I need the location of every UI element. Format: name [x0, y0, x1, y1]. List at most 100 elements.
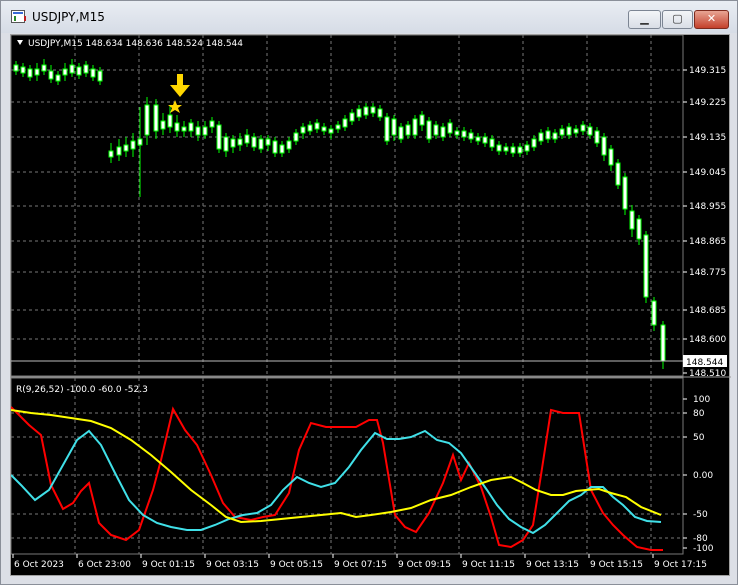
candle-body — [489, 138, 495, 148]
candle-body — [69, 64, 75, 74]
candle-body — [517, 146, 523, 154]
candle-body — [237, 138, 243, 146]
candle-body — [307, 124, 313, 132]
candle-body — [629, 210, 635, 230]
candle-body — [440, 126, 446, 138]
candle-body — [167, 114, 173, 128]
current-price-label: 148.544 — [686, 358, 723, 368]
candle-body — [144, 104, 150, 136]
candle-body — [202, 126, 208, 136]
time-tick-label: 9 Oct 05:15 — [270, 560, 323, 570]
candle-body — [174, 122, 180, 132]
candle-body — [587, 126, 593, 136]
candle-body — [321, 126, 327, 132]
indicator-tick-label: 80 — [693, 409, 705, 419]
candle-body — [524, 144, 530, 152]
candle-body — [503, 146, 509, 152]
candle-body — [137, 138, 143, 146]
candle-body — [510, 146, 516, 154]
candle-body — [468, 132, 474, 140]
candle-body — [55, 74, 61, 82]
indicator-tick-label: 100 — [693, 395, 710, 405]
price-tick-label: 149.135 — [689, 133, 726, 143]
price-tick-label: 149.225 — [689, 98, 726, 108]
candle-body — [391, 118, 397, 136]
candle-body — [545, 130, 551, 140]
time-tick-label: 9 Oct 11:15 — [462, 560, 515, 570]
time-tick-label: 9 Oct 17:15 — [654, 560, 707, 570]
candle-body — [188, 122, 194, 132]
candle-body — [461, 130, 467, 138]
time-tick-label: 9 Oct 13:15 — [526, 560, 579, 570]
window-title: USDJPY,M15 — [32, 10, 105, 24]
candle-body — [328, 128, 334, 134]
candle-body — [651, 300, 657, 326]
candle-body — [41, 64, 47, 72]
price-tick-label: 148.685 — [689, 306, 726, 316]
candles — [13, 59, 666, 369]
candle-body — [34, 68, 40, 76]
candle-body — [244, 134, 250, 144]
price-tick-label: 149.315 — [689, 66, 726, 76]
chart-area[interactable]: USDJPY,M15 148.634 148.636 148.524 148.5… — [10, 34, 731, 577]
candle-body — [20, 66, 26, 74]
time-tick-label: 9 Oct 01:15 — [142, 560, 195, 570]
candle-body — [76, 66, 82, 76]
close-button[interactable]: ✕ — [694, 10, 729, 29]
candle-body — [251, 136, 257, 148]
maximize-icon: ▢ — [672, 12, 683, 25]
candle-body — [531, 138, 537, 148]
candle-body — [116, 146, 122, 156]
candle-body — [27, 68, 33, 78]
candle-body — [454, 130, 460, 136]
candle-body — [293, 132, 299, 142]
close-icon: ✕ — [706, 12, 717, 25]
indicator-tick-label: 0.00 — [693, 471, 713, 481]
candle-body — [349, 112, 355, 122]
maximize-button[interactable]: ▢ — [662, 10, 693, 29]
red-oscillator-line — [11, 406, 663, 551]
candle-body — [181, 126, 187, 132]
candle-body — [160, 120, 166, 130]
time-tick-label: 6 Oct 23:00 — [78, 560, 131, 570]
candle-body — [412, 118, 418, 136]
title-bar[interactable]: USDJPY,M15 ▁ ▢ ✕ — [1, 1, 737, 33]
time-tick-label: 9 Oct 15:15 — [590, 560, 643, 570]
candle-body — [601, 136, 607, 156]
arrow-down-icon — [170, 74, 190, 97]
chart-window: USDJPY,M15 ▁ ▢ ✕ USDJPY,M15 148.634 148.… — [0, 0, 738, 585]
candle-body — [195, 126, 201, 136]
candle-body — [377, 108, 383, 118]
candle-body — [223, 136, 229, 152]
price-chart[interactable]: USDJPY,M15 148.634 148.636 148.524 148.5… — [11, 35, 731, 577]
candle-body — [419, 114, 425, 126]
chart-header: USDJPY,M15 148.634 148.636 148.524 148.5… — [28, 39, 243, 49]
candle-body — [13, 64, 19, 72]
candle-body — [342, 118, 348, 128]
candle-body — [426, 120, 432, 140]
candle-body — [580, 124, 586, 132]
candle-body — [130, 140, 136, 150]
candle-body — [108, 150, 114, 158]
candle-body — [230, 138, 236, 148]
candle-body — [552, 132, 558, 140]
candle-body — [62, 68, 68, 76]
candle-body — [447, 122, 453, 134]
minimize-button[interactable]: ▁ — [628, 10, 661, 29]
candle-body — [573, 128, 579, 134]
symbol-menu-icon[interactable] — [17, 40, 23, 45]
price-tick-label: 148.775 — [689, 268, 726, 278]
candle-body — [209, 120, 215, 128]
candle-body — [559, 128, 565, 136]
price-tick-label: 149.045 — [689, 168, 726, 178]
candle-body — [608, 148, 614, 166]
candle-body — [636, 218, 642, 240]
candle-body — [335, 124, 341, 130]
price-tick-label: 148.600 — [689, 335, 726, 345]
candle-body — [258, 138, 264, 150]
candle-body — [433, 124, 439, 136]
indicator-tick-label: -100 — [693, 544, 714, 554]
candle-body — [272, 140, 278, 154]
candle-body — [300, 126, 306, 134]
candle-body — [153, 104, 159, 132]
